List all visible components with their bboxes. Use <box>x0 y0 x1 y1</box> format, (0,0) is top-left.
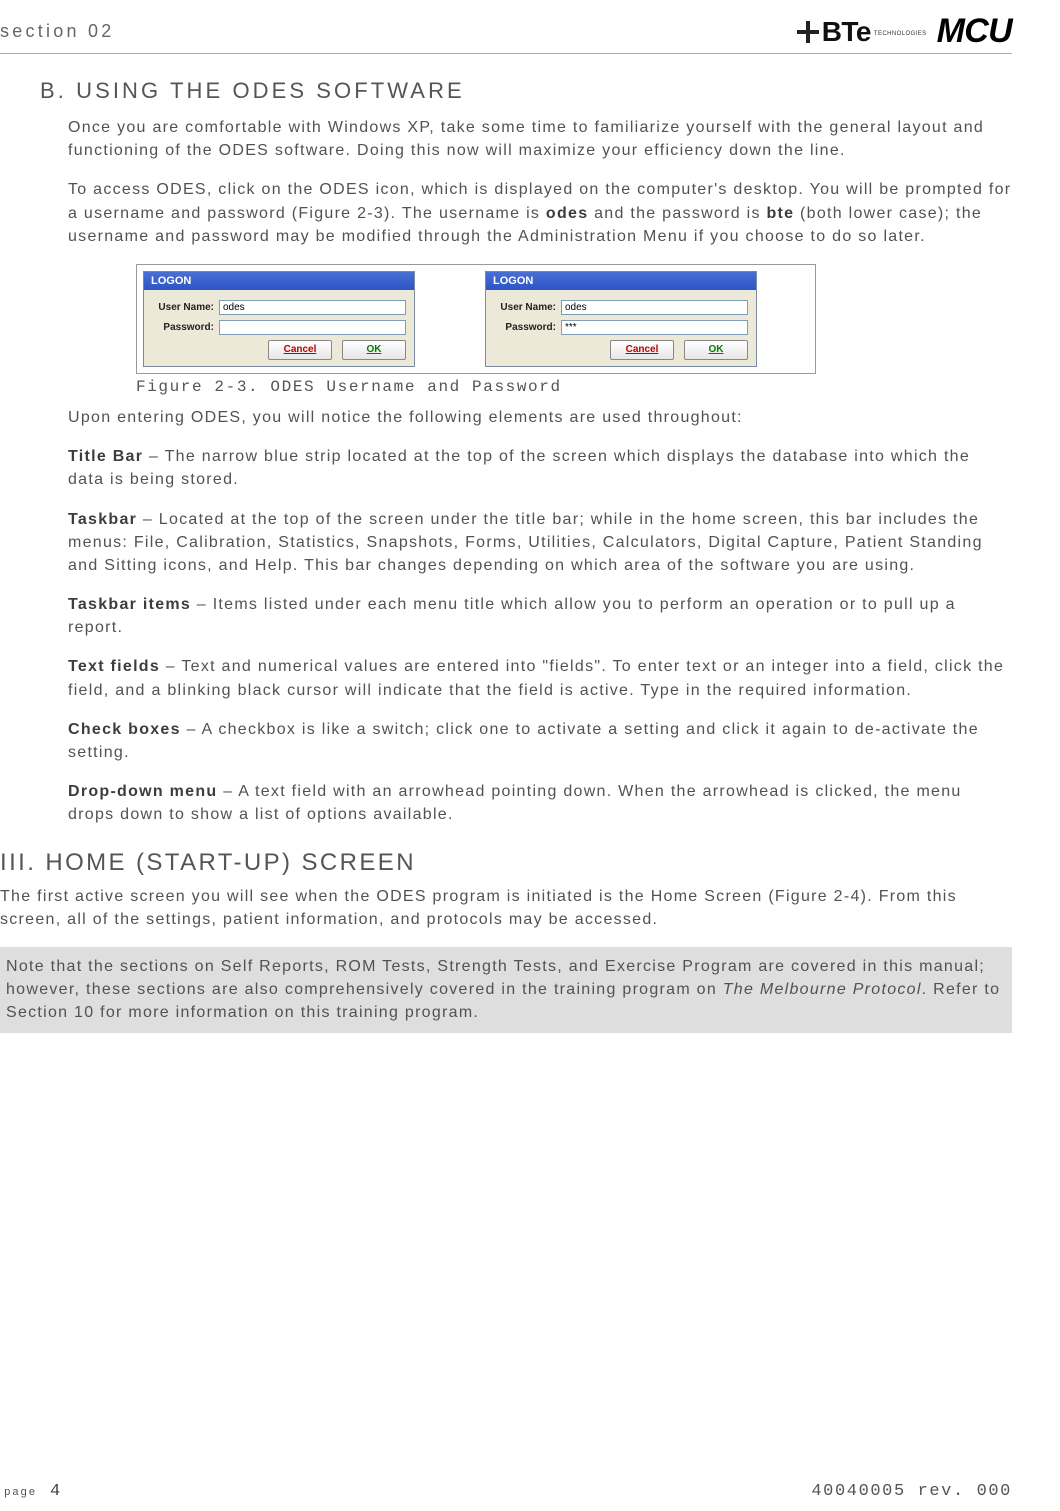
username-label: User Name: <box>494 302 556 313</box>
logon-dialog-left: LOGON User Name: Password: Cancel OK <box>143 271 415 367</box>
term-label: Taskbar <box>68 511 137 528</box>
bold-odes: odes <box>546 205 588 222</box>
term-text: – The narrow blue strip located at the t… <box>68 448 970 488</box>
username-input[interactable] <box>219 300 406 315</box>
bte-subtext: TECHNOLOGIES <box>874 31 927 37</box>
plus-icon <box>797 21 819 43</box>
heading-iii: III. HOME (START-UP) SCREEN <box>0 849 1012 877</box>
term-label: Taskbar items <box>68 596 191 613</box>
paragraph-intro: Once you are comfortable with Windows XP… <box>40 116 1012 162</box>
password-input[interactable] <box>561 320 748 335</box>
username-input[interactable] <box>561 300 748 315</box>
logon-body: User Name: Password: Cancel OK <box>144 290 414 366</box>
page: section 02 BTe TECHNOLOGIES MCU B. USING… <box>0 0 1060 1511</box>
term-label: Text fields <box>68 658 160 675</box>
paragraph-home-screen: The first active screen you will see whe… <box>0 885 1012 931</box>
term-text: – Text and numerical values are entered … <box>68 658 1004 698</box>
ok-button[interactable]: OK <box>684 340 748 360</box>
def-text-fields: Text fields – Text and numerical values … <box>40 655 1012 701</box>
username-row: User Name: <box>152 300 406 315</box>
mcu-logo: MCU <box>937 12 1012 51</box>
footer-left: page 4 <box>4 1482 62 1501</box>
button-row: Cancel OK <box>152 340 406 360</box>
figure-2-3: LOGON User Name: Password: Cancel OK <box>136 264 816 374</box>
logon-title: LOGON <box>144 272 414 290</box>
heading-b: B. USING THE ODES SOFTWARE <box>40 78 1012 104</box>
bte-text: BTe <box>822 16 871 48</box>
password-input[interactable] <box>219 320 406 335</box>
def-check-boxes: Check boxes – A checkbox is like a switc… <box>40 718 1012 764</box>
paragraph-access: To access ODES, click on the ODES icon, … <box>40 178 1012 248</box>
password-label: Password: <box>152 322 214 333</box>
button-row: Cancel OK <box>494 340 748 360</box>
figure-caption: Figure 2-3. ODES Username and Password <box>136 378 1012 396</box>
page-number: 4 <box>50 1482 62 1501</box>
logon-title: LOGON <box>486 272 756 290</box>
brand-block: BTe TECHNOLOGIES MCU <box>797 12 1012 51</box>
document-id: 40040005 rev. 000 <box>811 1482 1012 1501</box>
def-taskbar: Taskbar – Located at the top of the scre… <box>40 508 1012 578</box>
page-label: page <box>4 1487 37 1499</box>
password-row: Password: <box>152 320 406 335</box>
cancel-button[interactable]: Cancel <box>610 340 674 360</box>
page-footer: page 4 40040005 rev. 000 <box>0 1482 1012 1501</box>
content-column: B. USING THE ODES SOFTWARE Once you are … <box>0 78 1012 827</box>
term-label: Drop-down menu <box>68 783 217 800</box>
term-text: – Items listed under each menu title whi… <box>68 596 956 636</box>
term-label: Check boxes <box>68 721 181 738</box>
username-label: User Name: <box>152 302 214 313</box>
bte-logo: BTe TECHNOLOGIES <box>797 16 927 48</box>
logon-dialog-right: LOGON User Name: Password: Cancel OK <box>485 271 757 367</box>
username-row: User Name: <box>494 300 748 315</box>
paragraph-elements: Upon entering ODES, you will notice the … <box>40 406 1012 429</box>
bold-bte: bte <box>766 205 794 222</box>
term-text: – A checkbox is like a switch; click one… <box>68 721 979 761</box>
password-label: Password: <box>494 322 556 333</box>
ok-button[interactable]: OK <box>342 340 406 360</box>
cancel-button[interactable]: Cancel <box>268 340 332 360</box>
term-text: – Located at the top of the screen under… <box>68 511 983 574</box>
section-label: section 02 <box>0 21 114 42</box>
note-box: Note that the sections on Self Reports, … <box>0 947 1012 1033</box>
def-taskbar-items: Taskbar items – Items listed under each … <box>40 593 1012 639</box>
def-dropdown: Drop-down menu – A text field with an ar… <box>40 780 1012 826</box>
def-title-bar: Title Bar – The narrow blue strip locate… <box>40 445 1012 491</box>
note-italic: The Melbourne Protocol <box>723 981 922 998</box>
term-label: Title Bar <box>68 448 143 465</box>
page-header: section 02 BTe TECHNOLOGIES MCU <box>0 12 1012 54</box>
logon-body: User Name: Password: Cancel OK <box>486 290 756 366</box>
password-row: Password: <box>494 320 748 335</box>
text-span: and the password is <box>588 205 766 222</box>
